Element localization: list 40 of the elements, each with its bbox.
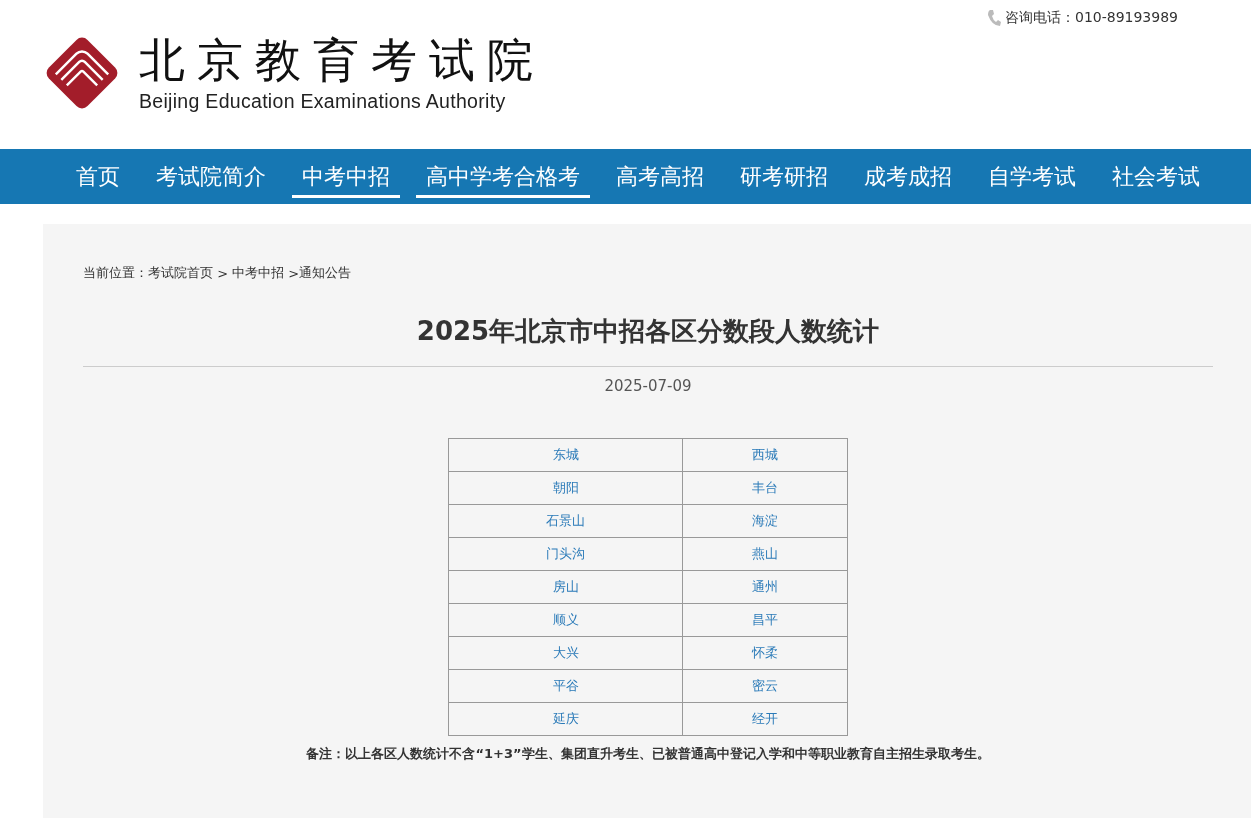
article-date: 2025-07-09 [603,377,693,395]
district-link[interactable]: 延庆 [448,702,683,736]
breadcrumb-label: 当前位置： [83,264,148,282]
district-link[interactable]: 丰台 [682,471,848,505]
nav-tab[interactable]: 首页 [66,155,130,198]
district-link[interactable]: 东城 [448,438,683,472]
district-link[interactable]: 大兴 [448,636,683,670]
article-title: 2025年北京市中招各区分数段人数统计 [415,315,881,348]
district-link[interactable]: 朝阳 [448,471,683,505]
district-link[interactable]: 石景山 [448,504,683,538]
district-link[interactable]: 经开 [682,702,848,736]
nav-tab[interactable]: 高中学考合格考 [416,155,590,198]
nav-tab[interactable]: 考试院简介 [146,155,276,198]
nav-tab[interactable]: 研考研招 [730,155,838,198]
district-link[interactable]: 顺义 [448,603,683,637]
breadcrumb-separator: > [287,265,300,281]
breadcrumb-link[interactable]: 通知公告 [299,264,352,282]
breadcrumb-separator: > [216,265,230,281]
district-link[interactable]: 燕山 [682,537,848,571]
district-link[interactable]: 房山 [448,570,683,604]
logo-subtitle: Beijing Education Examinations Authority [139,90,507,113]
district-link[interactable]: 平谷 [448,669,683,703]
note-text: 备注：以上各区人数统计不含“1+3”学生、集团直升考生、已被普通高中登记入学和中等职业教育自主招生录取考生。 [305,745,991,763]
breadcrumb-link[interactable]: 考试院首页 [148,264,213,282]
nav-tab[interactable]: 成考成招 [854,155,962,198]
nav-tab[interactable]: 中考中招 [292,155,400,198]
district-link[interactable]: 西城 [682,438,848,472]
nav-tab[interactable]: 自学考试 [978,155,1086,198]
district-link[interactable]: 怀柔 [682,636,848,670]
district-link[interactable]: 门头沟 [448,537,683,571]
nav-tab[interactable]: 高考高招 [606,155,714,198]
district-link[interactable]: 昌平 [682,603,848,637]
phone-number: 咨询电话：010-89193989 [1004,9,1178,27]
district-link[interactable]: 通州 [682,570,848,604]
logo-title: 北京教育考试院 [139,32,545,88]
district-link[interactable]: 海淀 [682,504,848,538]
phone-icon [986,9,1001,27]
breadcrumb-link[interactable]: 中考中招 [232,264,285,282]
district-link[interactable]: 密云 [682,669,848,703]
nav-tab[interactable]: 社会考试 [1102,155,1210,198]
